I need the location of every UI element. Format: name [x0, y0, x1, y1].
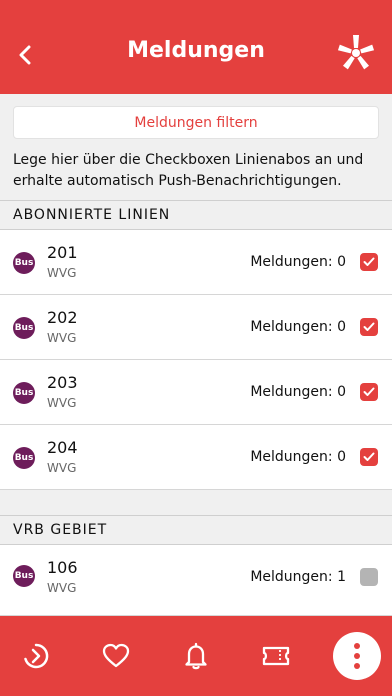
subscribe-checkbox[interactable]: [360, 318, 378, 336]
messages-count: Meldungen: 0: [250, 319, 346, 335]
messages-count: Meldungen: 0: [250, 449, 346, 465]
messages-count: Meldungen: 0: [250, 384, 346, 400]
bus-badge: Bus: [13, 447, 35, 469]
bottom-tab-bar: [0, 616, 392, 696]
checkmark-icon: [363, 387, 375, 396]
checkmark-icon: [363, 322, 375, 331]
bus-badge: Bus: [13, 382, 35, 404]
messages-count: Meldungen: 1: [250, 569, 346, 585]
section-spacer: [0, 491, 392, 515]
tab-route[interactable]: [16, 638, 56, 674]
tab-tickets[interactable]: [256, 638, 296, 674]
subscribe-checkbox[interactable]: [360, 253, 378, 271]
checkmark-icon: [363, 257, 375, 266]
bus-badge: Bus: [13, 252, 35, 274]
line-operator: WVG: [47, 266, 77, 280]
heart-icon: [102, 643, 130, 668]
list-item[interactable]: Bus 106 WVG Meldungen: 1: [0, 545, 392, 616]
messages-count: Meldungen: 0: [250, 254, 346, 270]
more-button[interactable]: [333, 632, 381, 680]
list-item[interactable]: Bus 203 WVG Meldungen: 0: [0, 360, 392, 425]
bus-badge: Bus: [13, 317, 35, 339]
tab-favorites[interactable]: [96, 638, 136, 674]
checkmark-icon: [363, 452, 375, 461]
page-title: Meldungen: [127, 38, 265, 63]
app-header: Meldungen: [0, 0, 392, 94]
list-item[interactable]: Bus 201 WVG Meldungen: 0: [0, 230, 392, 295]
line-number: 202: [47, 308, 78, 327]
logo-icon: [337, 35, 375, 70]
info-text: Lege hier über die Checkboxen Linienabos…: [13, 152, 364, 189]
list-item[interactable]: Bus 202 WVG Meldungen: 0: [0, 295, 392, 360]
ticket-icon: [262, 646, 290, 666]
filter-messages-button[interactable]: Meldungen filtern: [13, 106, 379, 139]
subscribe-checkbox[interactable]: [360, 448, 378, 466]
section-header: ABONNIERTE LINIEN: [0, 200, 392, 230]
line-operator: WVG: [47, 396, 77, 410]
tab-messages[interactable]: [176, 638, 216, 674]
subscribe-checkbox[interactable]: [360, 383, 378, 401]
list-item[interactable]: Bus 204 WVG Meldungen: 0: [0, 425, 392, 490]
line-number: 204: [47, 438, 78, 457]
section-header: VRB GEBIET: [0, 515, 392, 545]
line-operator: WVG: [47, 331, 77, 345]
line-number: 203: [47, 373, 78, 392]
more-icon: [354, 643, 360, 669]
route-icon: [24, 643, 49, 669]
line-number: 201: [47, 243, 78, 262]
bus-badge: Bus: [13, 565, 35, 587]
line-number: 106: [47, 558, 78, 577]
line-operator: WVG: [47, 581, 77, 595]
subscribe-checkbox[interactable]: [360, 568, 378, 586]
line-operator: WVG: [47, 461, 77, 475]
bell-icon: [185, 642, 207, 670]
